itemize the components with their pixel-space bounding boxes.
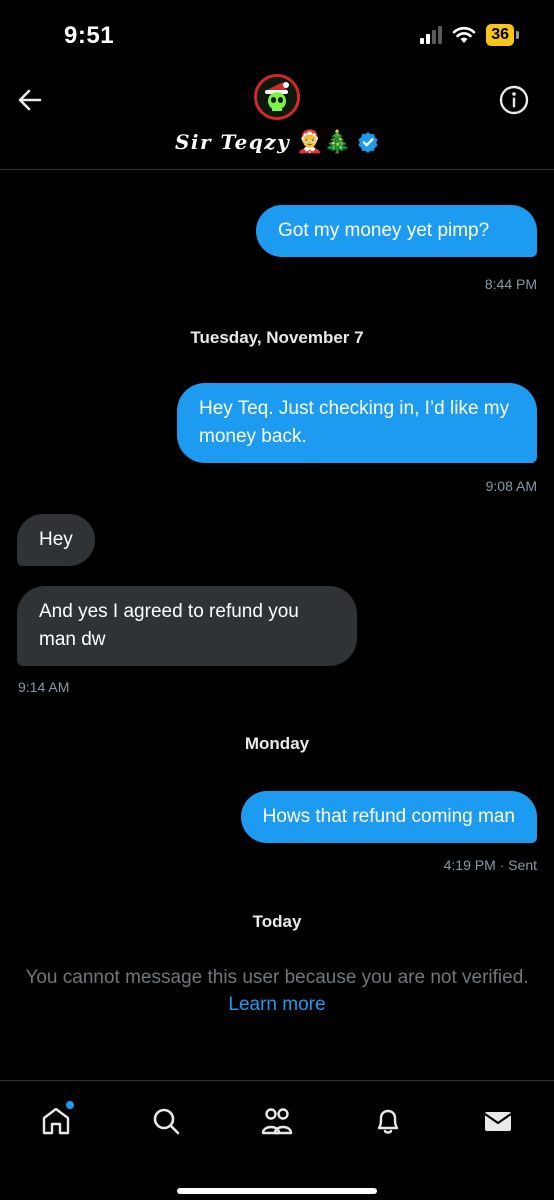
communities-icon [261, 1108, 293, 1135]
status-icons: 36 [420, 24, 519, 46]
conversation-header: Sir Teqzy 🤶🎄 [0, 70, 554, 170]
verified-badge-icon [358, 132, 378, 153]
message-bubble-incoming[interactable]: And yes I agreed to refund you man dw [17, 586, 357, 666]
date-separator: Monday [244, 734, 310, 753]
cellular-signal-icon [420, 26, 443, 44]
message-timestamp: 4:19 PM [443, 857, 496, 873]
date-separator: Today [252, 912, 302, 931]
wifi-icon [452, 26, 476, 43]
message-bubble-outgoing[interactable]: Hey Teq. Just checking in, I’d like my m… [177, 383, 537, 463]
battery-indicator: 36 [486, 24, 519, 46]
skull-avatar-icon [257, 77, 297, 117]
back-arrow-icon [18, 89, 42, 111]
mail-icon [484, 1112, 512, 1131]
notice-text: You cannot message this user because you… [25, 967, 529, 988]
home-icon [42, 1107, 70, 1135]
contact-name: Sir Teqzy [174, 130, 291, 154]
contact-name-row[interactable]: Sir Teqzy 🤶🎄 [0, 130, 554, 154]
message-timestamp: 9:08 AM [485, 478, 537, 494]
message-status: · Sent [499, 857, 537, 873]
message-timestamp: 9:14 AM [18, 679, 70, 695]
message-bubble-outgoing[interactable]: Hows that refund coming man [240, 791, 537, 843]
status-bar: 9:51 36 [0, 0, 554, 70]
message-bubble-incoming[interactable]: Hey [17, 514, 95, 566]
home-indicator[interactable] [177, 1188, 377, 1194]
status-time: 9:51 [64, 22, 115, 49]
message-timestamp: 8:44 PM [484, 276, 537, 292]
tab-messages[interactable] [476, 1099, 520, 1143]
contact-name-emojis: 🤶🎄 [296, 129, 352, 154]
message-bubble-outgoing[interactable]: Got my money yet pimp? [256, 205, 537, 257]
tab-communities[interactable] [255, 1099, 299, 1143]
home-notification-dot [66, 1101, 74, 1109]
date-separator: Tuesday, November 7 [190, 328, 364, 347]
message-thread[interactable]: Got my money yet pimp? 8:44 PM Tuesday, … [0, 172, 554, 1080]
bottom-tab-bar [0, 1080, 554, 1200]
message-meta: 4:19 PM · Sent [444, 857, 537, 873]
tab-notifications[interactable] [366, 1099, 410, 1143]
search-icon [153, 1108, 180, 1135]
info-icon [499, 85, 529, 115]
contact-avatar[interactable] [254, 74, 300, 120]
back-button[interactable] [12, 82, 48, 118]
tab-search[interactable] [144, 1099, 188, 1143]
learn-more-link[interactable]: Learn more [228, 994, 325, 1015]
conversation-info-button[interactable] [496, 82, 532, 118]
tab-home[interactable] [34, 1099, 78, 1143]
bell-icon [377, 1109, 399, 1134]
cannot-message-notice: You cannot message this user because you… [20, 964, 534, 1018]
